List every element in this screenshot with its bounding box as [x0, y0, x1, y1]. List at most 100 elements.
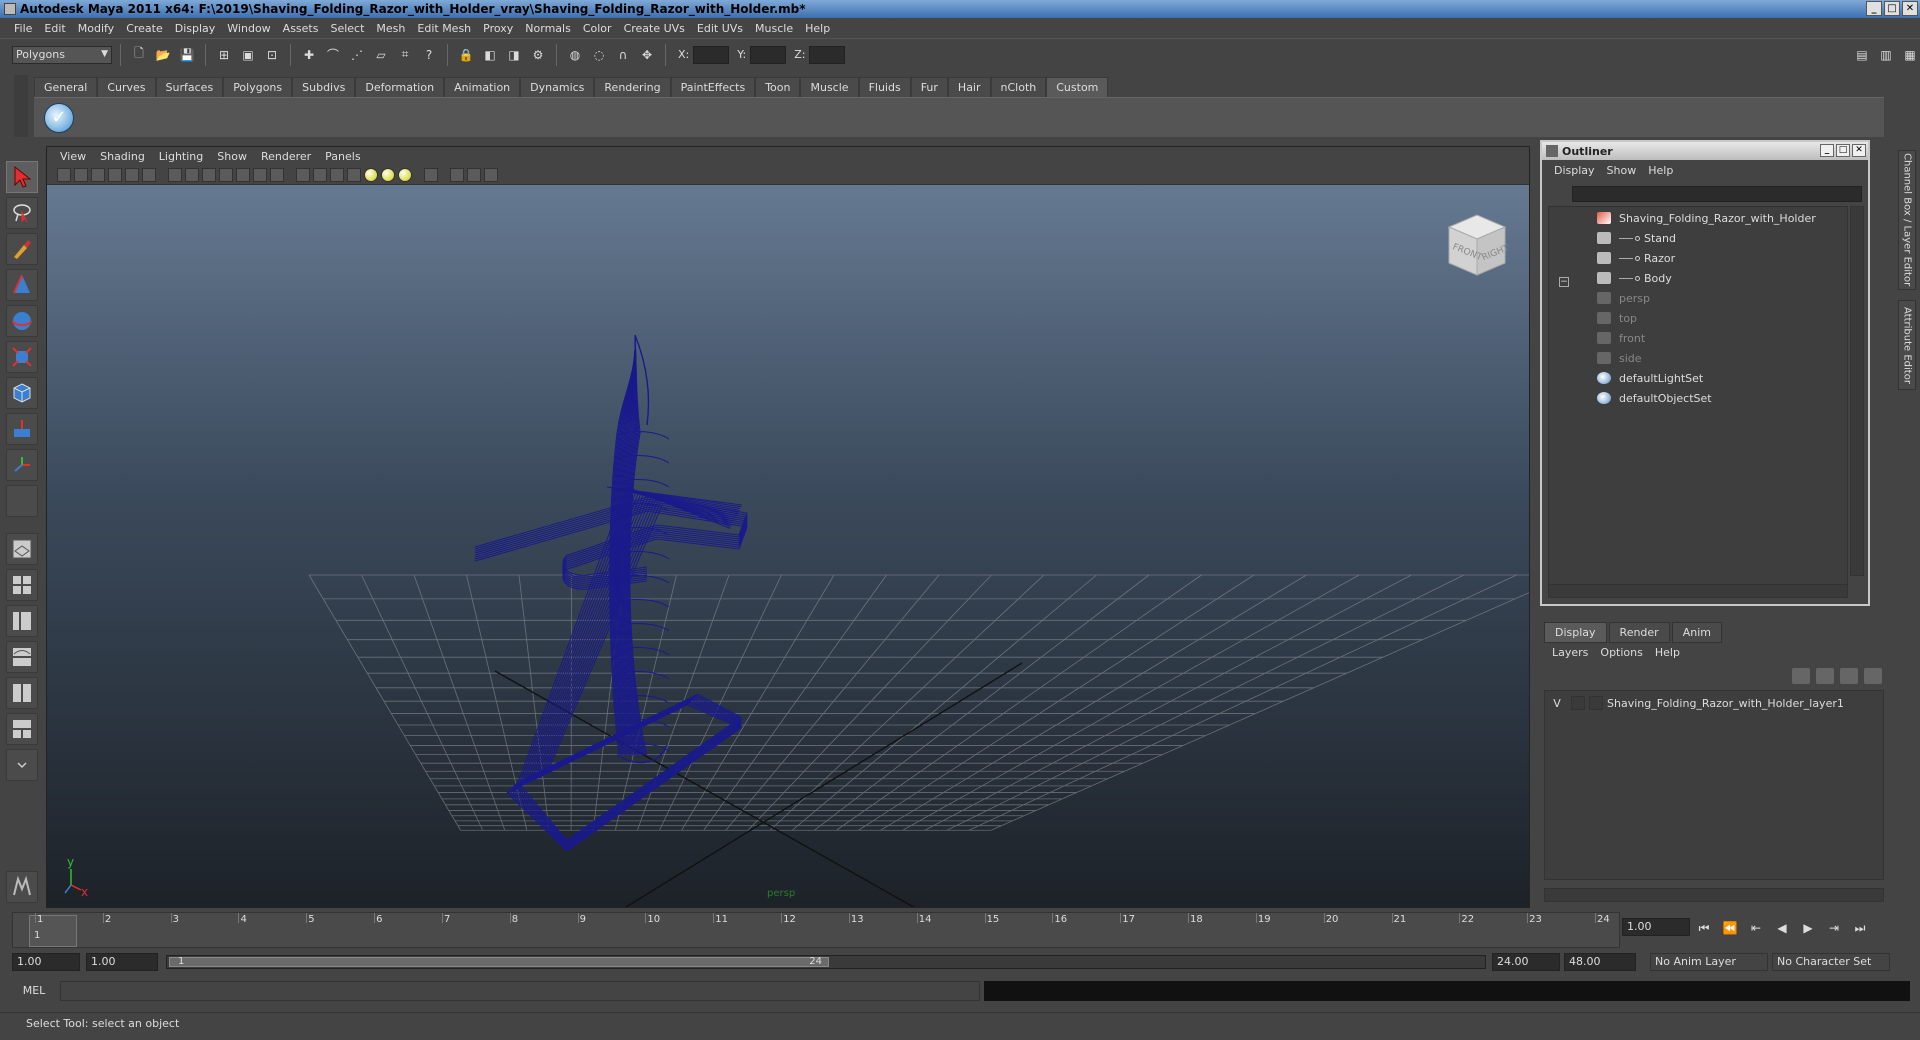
snap-surface-icon[interactable]: ⌗	[395, 45, 415, 65]
minimize-button[interactable]: _	[1866, 1, 1882, 16]
menu-file[interactable]: File	[8, 22, 38, 35]
xray-joints-icon[interactable]	[313, 167, 327, 182]
outliner-item-persp[interactable]: persp	[1597, 289, 1650, 307]
default-material-icon[interactable]	[330, 167, 344, 182]
viewport-menu-shading[interactable]: Shading	[93, 150, 152, 163]
outliner-layout-button[interactable]	[6, 605, 38, 637]
go-to-end-button[interactable]: ⏭	[1850, 921, 1870, 936]
playback-start-field[interactable]: 1.00	[86, 953, 158, 971]
soft-mod-tool-button[interactable]	[6, 413, 38, 445]
xray-icon[interactable]	[270, 167, 284, 182]
move-tool-button[interactable]	[6, 269, 38, 301]
view-cube[interactable]: FRONT RIGHT	[1439, 207, 1513, 281]
move-layer-up-icon[interactable]	[1792, 668, 1810, 684]
menu-edit[interactable]: Edit	[38, 22, 71, 35]
attribute-editor-tab[interactable]: Attribute Editor	[1898, 300, 1916, 390]
play-forwards-button[interactable]: ▶	[1798, 921, 1818, 935]
checkmark-shelf-icon[interactable]: ✓	[44, 103, 74, 133]
outliner-maximize-button[interactable]: □	[1836, 144, 1850, 157]
maximize-button[interactable]: □	[1884, 1, 1900, 16]
shelf-tab-muscle[interactable]: Muscle	[800, 77, 859, 97]
close-button[interactable]: ✕	[1902, 1, 1918, 16]
menu-assets[interactable]: Assets	[277, 22, 325, 35]
outliner-titlebar[interactable]: Outliner _ □ ✕	[1542, 142, 1868, 160]
move-icon[interactable]: ✥	[637, 45, 657, 65]
outliner-item-front[interactable]: front	[1597, 329, 1645, 347]
four-view-layout-button[interactable]	[6, 569, 38, 601]
select-tool-button[interactable]	[6, 161, 38, 193]
razor-holder-wireframe[interactable]	[474, 334, 748, 852]
outliner-horizontal-scrollbar[interactable]	[1548, 584, 1848, 598]
command-language-label[interactable]: MEL	[12, 980, 56, 1002]
outliner-item-razor[interactable]: Razor	[1597, 249, 1675, 267]
open-scene-icon[interactable]: 📂	[153, 45, 173, 65]
menu-select[interactable]: Select	[324, 22, 370, 35]
menu-color[interactable]: Color	[577, 22, 618, 35]
x-coordinate-field[interactable]	[693, 45, 730, 64]
wireframe-on-shaded-icon[interactable]	[202, 167, 216, 182]
all-lights-icon[interactable]	[381, 167, 395, 182]
safe-action-icon[interactable]	[484, 167, 498, 182]
menu-mesh[interactable]: Mesh	[370, 22, 411, 35]
screen-space-ao-icon[interactable]	[347, 167, 361, 182]
save-scene-icon[interactable]: 💾	[177, 45, 197, 65]
outliner-minimize-button[interactable]: _	[1820, 144, 1834, 157]
menu-edit-mesh[interactable]: Edit Mesh	[411, 22, 477, 35]
magnet-icon[interactable]: ∩	[613, 45, 633, 65]
snap-plane-icon[interactable]: ▱	[371, 45, 391, 65]
shelf-tab-hair[interactable]: Hair	[947, 77, 991, 97]
select-by-hierarchy-icon[interactable]: ⊞	[214, 45, 234, 65]
field-chart-icon[interactable]	[467, 167, 481, 182]
use-all-lights-icon[interactable]	[236, 167, 250, 182]
playback-end-field[interactable]: 24.00	[1492, 953, 1560, 971]
anim-layer-dropdown[interactable]: No Anim Layer	[1650, 953, 1768, 971]
shelf-tab-rendering[interactable]: Rendering	[594, 77, 671, 97]
menu-help[interactable]: Help	[799, 22, 836, 35]
render-settings-icon[interactable]: ⚙	[528, 45, 548, 65]
hud-toggle-icon[interactable]	[424, 167, 438, 182]
menu-muscle[interactable]: Muscle	[749, 22, 799, 35]
animation-end-field[interactable]: 48.00	[1564, 953, 1636, 971]
menu-proxy[interactable]: Proxy	[477, 22, 519, 35]
wireframe-icon[interactable]	[168, 167, 182, 182]
select-by-object-icon[interactable]: ▣	[238, 45, 258, 65]
isolate-select-icon[interactable]	[296, 167, 310, 182]
layer-menu-help[interactable]: Help	[1649, 646, 1686, 659]
scene-canvas[interactable]: y x	[47, 185, 1530, 908]
go-to-start-button[interactable]: ⏮	[1694, 921, 1714, 936]
toggle-tool-settings-icon[interactable]: ▥	[1876, 45, 1896, 65]
shelf-tab-surfaces[interactable]: Surfaces	[155, 77, 224, 97]
hypershade-layout-button[interactable]	[6, 677, 38, 709]
menu-display[interactable]: Display	[169, 22, 222, 35]
z-coordinate-field[interactable]	[809, 45, 846, 64]
outliner-item-group[interactable]: Shaving_Folding_Razor_with_Holder	[1597, 209, 1816, 227]
shelf-tab-animation[interactable]: Animation	[444, 77, 521, 97]
layer-color-swatch[interactable]	[1589, 696, 1603, 710]
image-plane-icon[interactable]	[108, 167, 122, 182]
hypershade-icon[interactable]: ◍	[565, 45, 585, 65]
lasso-tool-button[interactable]	[6, 197, 38, 229]
menu-modify[interactable]: Modify	[72, 22, 120, 35]
resolution-gate-icon[interactable]	[450, 167, 464, 182]
outliner-vertical-scrollbar[interactable]	[1850, 206, 1864, 576]
outliner-item-default-object-set[interactable]: defaultObjectSet	[1597, 389, 1712, 407]
grid-toggle-icon[interactable]	[125, 167, 139, 182]
layer-tab-anim[interactable]: Anim	[1671, 622, 1722, 643]
step-back-key-button[interactable]: ⏪	[1720, 921, 1740, 935]
menu-set-dropdown[interactable]: Polygons ▼	[12, 45, 112, 64]
command-input[interactable]	[60, 981, 980, 1001]
outliner-menu-show[interactable]: Show	[1601, 164, 1643, 177]
shelf-tab-fluids[interactable]: Fluids	[858, 77, 911, 97]
channel-box-layer-editor-tab[interactable]: Channel Box / Layer Editor	[1898, 150, 1916, 290]
shelf-tab-dynamics[interactable]: Dynamics	[520, 77, 595, 97]
outliner-item-top[interactable]: top	[1597, 309, 1637, 327]
outliner-item-default-light-set[interactable]: defaultLightSet	[1597, 369, 1703, 387]
history-icon[interactable]: ?	[419, 45, 439, 65]
shelf-tab-general[interactable]: General	[34, 77, 98, 97]
ipr-render-icon[interactable]: ◨	[504, 45, 524, 65]
menu-create-uvs[interactable]: Create UVs	[618, 22, 691, 35]
textured-icon[interactable]	[219, 167, 233, 182]
manipulator-tool-button[interactable]	[6, 377, 38, 409]
range-slider[interactable]: 1 24	[166, 955, 1486, 969]
play-backwards-button[interactable]: ◀	[1772, 921, 1792, 935]
